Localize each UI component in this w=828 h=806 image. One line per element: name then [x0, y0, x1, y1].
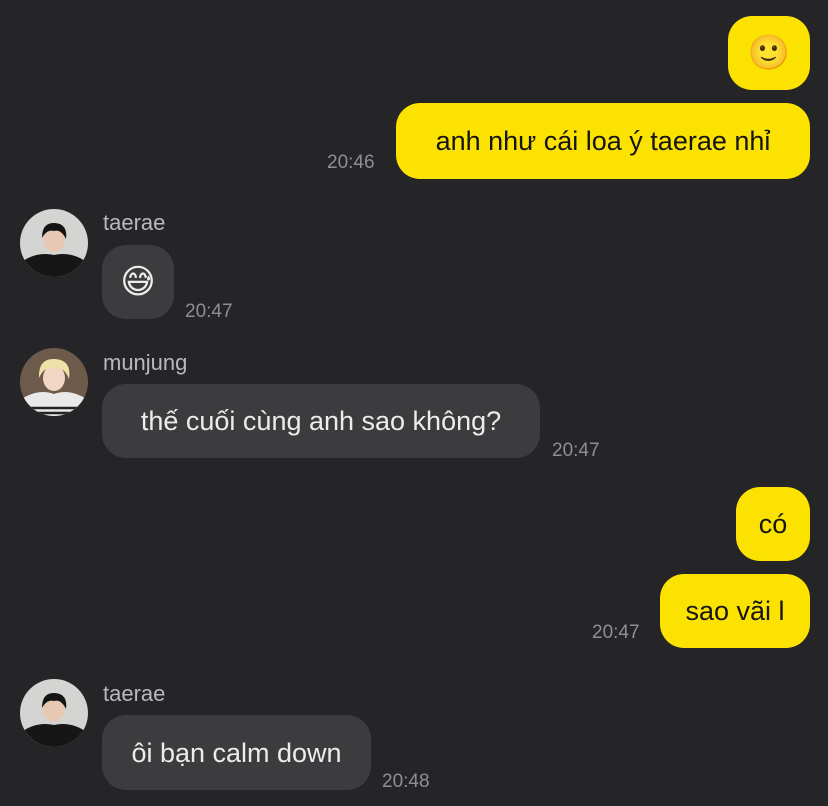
grinning-face-with-sweat-icon: 😅 — [120, 262, 156, 302]
message-timestamp: 20:47 — [552, 440, 600, 461]
message-text: sao vãi l — [685, 596, 785, 626]
my-message-bubble[interactable]: anh như cái loa ý taerae nhỉ — [396, 103, 810, 179]
sender-name: munjung — [103, 350, 188, 375]
sender-name: taerae — [103, 210, 166, 235]
message-timestamp: 20:47 — [185, 301, 233, 322]
munjung-avatar[interactable] — [20, 348, 88, 416]
message-text: anh như cái loa ý taerae nhỉ — [435, 126, 771, 156]
message-timestamp: 20:48 — [382, 771, 430, 792]
my-message-bubble[interactable]: có — [736, 487, 810, 561]
message-text: ôi bạn calm down — [131, 737, 342, 768]
message-timestamp: 20:46 — [327, 152, 375, 173]
taerae-avatar[interactable] — [20, 679, 88, 747]
my-message-bubble[interactable]: 🙂 — [728, 16, 810, 90]
taerae-avatar[interactable] — [20, 209, 88, 277]
their-message-bubble[interactable]: 😅 — [102, 245, 174, 319]
message-timestamp: 20:47 — [592, 622, 640, 643]
sender-name: taerae — [103, 681, 166, 706]
their-message-bubble[interactable]: ôi bạn calm down — [102, 715, 371, 790]
their-message-bubble[interactable]: thế cuối cùng anh sao không? — [102, 384, 540, 458]
slightly-smiling-face-icon: 🙂 — [747, 33, 791, 73]
my-message-bubble[interactable]: sao vãi l — [660, 574, 810, 648]
message-text: có — [758, 509, 788, 539]
message-text: thế cuối cùng anh sao không? — [140, 406, 502, 436]
